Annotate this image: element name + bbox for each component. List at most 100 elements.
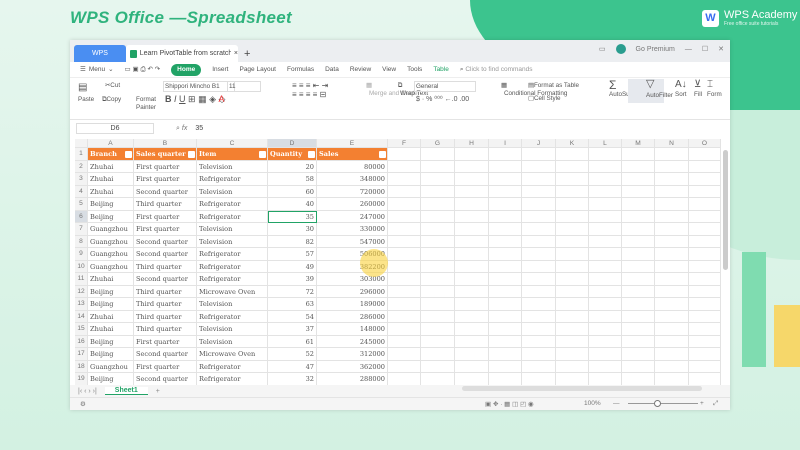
cell[interactable] <box>655 260 689 273</box>
cell[interactable]: First quarter <box>134 335 197 348</box>
cell[interactable]: Guangzhou <box>88 248 134 261</box>
cell[interactable] <box>489 285 522 298</box>
row-header[interactable]: 13 <box>75 298 88 311</box>
cell[interactable] <box>455 310 489 323</box>
cell[interactable]: 40 <box>268 198 317 211</box>
cell[interactable] <box>421 273 455 286</box>
cell[interactable]: 286000 <box>317 310 388 323</box>
column-header[interactable]: J <box>522 139 556 148</box>
cell[interactable] <box>589 148 622 161</box>
cell[interactable] <box>388 373 421 386</box>
filter-dropdown-icon[interactable] <box>125 151 132 158</box>
view-icons[interactable]: ▣ ✥ · ▦ ◫ ◰ ◉ <box>485 400 534 408</box>
cell[interactable] <box>556 198 589 211</box>
cell[interactable] <box>622 223 655 236</box>
avatar[interactable] <box>615 44 626 54</box>
cell[interactable]: First quarter <box>134 173 197 186</box>
row-header[interactable]: 16 <box>75 335 88 348</box>
cell[interactable]: 39 <box>268 273 317 286</box>
cell[interactable] <box>388 223 421 236</box>
row-header[interactable]: 2 <box>75 160 88 173</box>
tab-page-layout[interactable]: Page Layout <box>239 65 276 75</box>
column-header[interactable]: D <box>268 139 317 148</box>
cell[interactable] <box>455 323 489 336</box>
cell[interactable]: 58 <box>268 173 317 186</box>
cell[interactable] <box>522 148 556 161</box>
cell[interactable]: Second quarter <box>134 373 197 386</box>
cell[interactable] <box>455 160 489 173</box>
cell[interactable]: 348000 <box>317 173 388 186</box>
cell[interactable] <box>655 360 689 373</box>
cell[interactable] <box>689 260 721 273</box>
tab-wps-office[interactable]: WPS Office <box>74 45 126 74</box>
cell[interactable]: Refrigerator <box>197 210 268 223</box>
cell[interactable] <box>556 273 589 286</box>
cell[interactable]: Guangzhou <box>88 223 134 236</box>
cell[interactable] <box>455 235 489 248</box>
cell[interactable] <box>388 185 421 198</box>
cell[interactable]: Refrigerator <box>197 373 268 386</box>
cell[interactable] <box>655 210 689 223</box>
cell[interactable] <box>455 260 489 273</box>
cell[interactable]: 330000 <box>317 223 388 236</box>
cell[interactable] <box>556 210 589 223</box>
cell[interactable] <box>655 160 689 173</box>
cell[interactable] <box>589 360 622 373</box>
cell[interactable] <box>556 310 589 323</box>
cell[interactable]: 245000 <box>317 335 388 348</box>
cell[interactable] <box>421 348 455 361</box>
cell[interactable] <box>556 348 589 361</box>
cell[interactable] <box>689 148 721 161</box>
cell[interactable] <box>655 273 689 286</box>
cell[interactable] <box>589 160 622 173</box>
cell[interactable] <box>689 310 721 323</box>
row-header[interactable]: 15 <box>75 323 88 336</box>
zoom-slider-handle[interactable] <box>654 400 661 407</box>
cell[interactable] <box>556 185 589 198</box>
cell[interactable] <box>622 360 655 373</box>
cell[interactable] <box>622 198 655 211</box>
cell[interactable] <box>589 373 622 386</box>
cell[interactable] <box>421 248 455 261</box>
column-header[interactable]: H <box>455 139 489 148</box>
cell[interactable]: 189000 <box>317 298 388 311</box>
cell[interactable]: Third quarter <box>134 298 197 311</box>
cell[interactable]: Television <box>197 223 268 236</box>
cell[interactable]: Second quarter <box>134 273 197 286</box>
cell[interactable]: 61 <box>268 335 317 348</box>
cell[interactable] <box>589 198 622 211</box>
cell[interactable]: Third quarter <box>134 310 197 323</box>
cell[interactable] <box>622 185 655 198</box>
cell[interactable] <box>655 235 689 248</box>
row-header[interactable]: 18 <box>75 360 88 373</box>
cell[interactable] <box>522 348 556 361</box>
cell[interactable] <box>522 248 556 261</box>
cell[interactable]: Beijing <box>88 198 134 211</box>
cell[interactable]: 52 <box>268 348 317 361</box>
cell[interactable]: 54 <box>268 310 317 323</box>
minimize-button[interactable]: — <box>685 46 692 53</box>
cell[interactable]: First quarter <box>134 360 197 373</box>
filter-dropdown-icon[interactable] <box>188 151 195 158</box>
cell[interactable] <box>622 173 655 186</box>
cell[interactable] <box>388 260 421 273</box>
cell[interactable]: Refrigerator <box>197 273 268 286</box>
number-format-icons[interactable]: $ · % ⁰⁰⁰ ←.0 .00 <box>416 95 469 103</box>
row-header[interactable]: 6 <box>75 210 88 223</box>
cell[interactable] <box>388 285 421 298</box>
tab-file[interactable]: Learn PivotTable from scratch.xlsx× <box>126 45 238 62</box>
cell[interactable] <box>655 348 689 361</box>
column-header[interactable]: L <box>589 139 622 148</box>
merge-center-button[interactable]: ▦ Merge and Center <box>353 82 420 97</box>
cell[interactable] <box>655 185 689 198</box>
cell[interactable]: Refrigerator <box>197 173 268 186</box>
column-header[interactable]: A <box>88 139 134 148</box>
filter-dropdown-icon[interactable] <box>379 151 386 158</box>
cell[interactable] <box>689 335 721 348</box>
conditional-formatting-button[interactable]: ▦ Conditional Formatting <box>486 82 567 97</box>
cell[interactable] <box>522 185 556 198</box>
cell[interactable] <box>421 223 455 236</box>
cell[interactable] <box>421 323 455 336</box>
cell[interactable]: 60 <box>268 185 317 198</box>
cell[interactable] <box>455 223 489 236</box>
